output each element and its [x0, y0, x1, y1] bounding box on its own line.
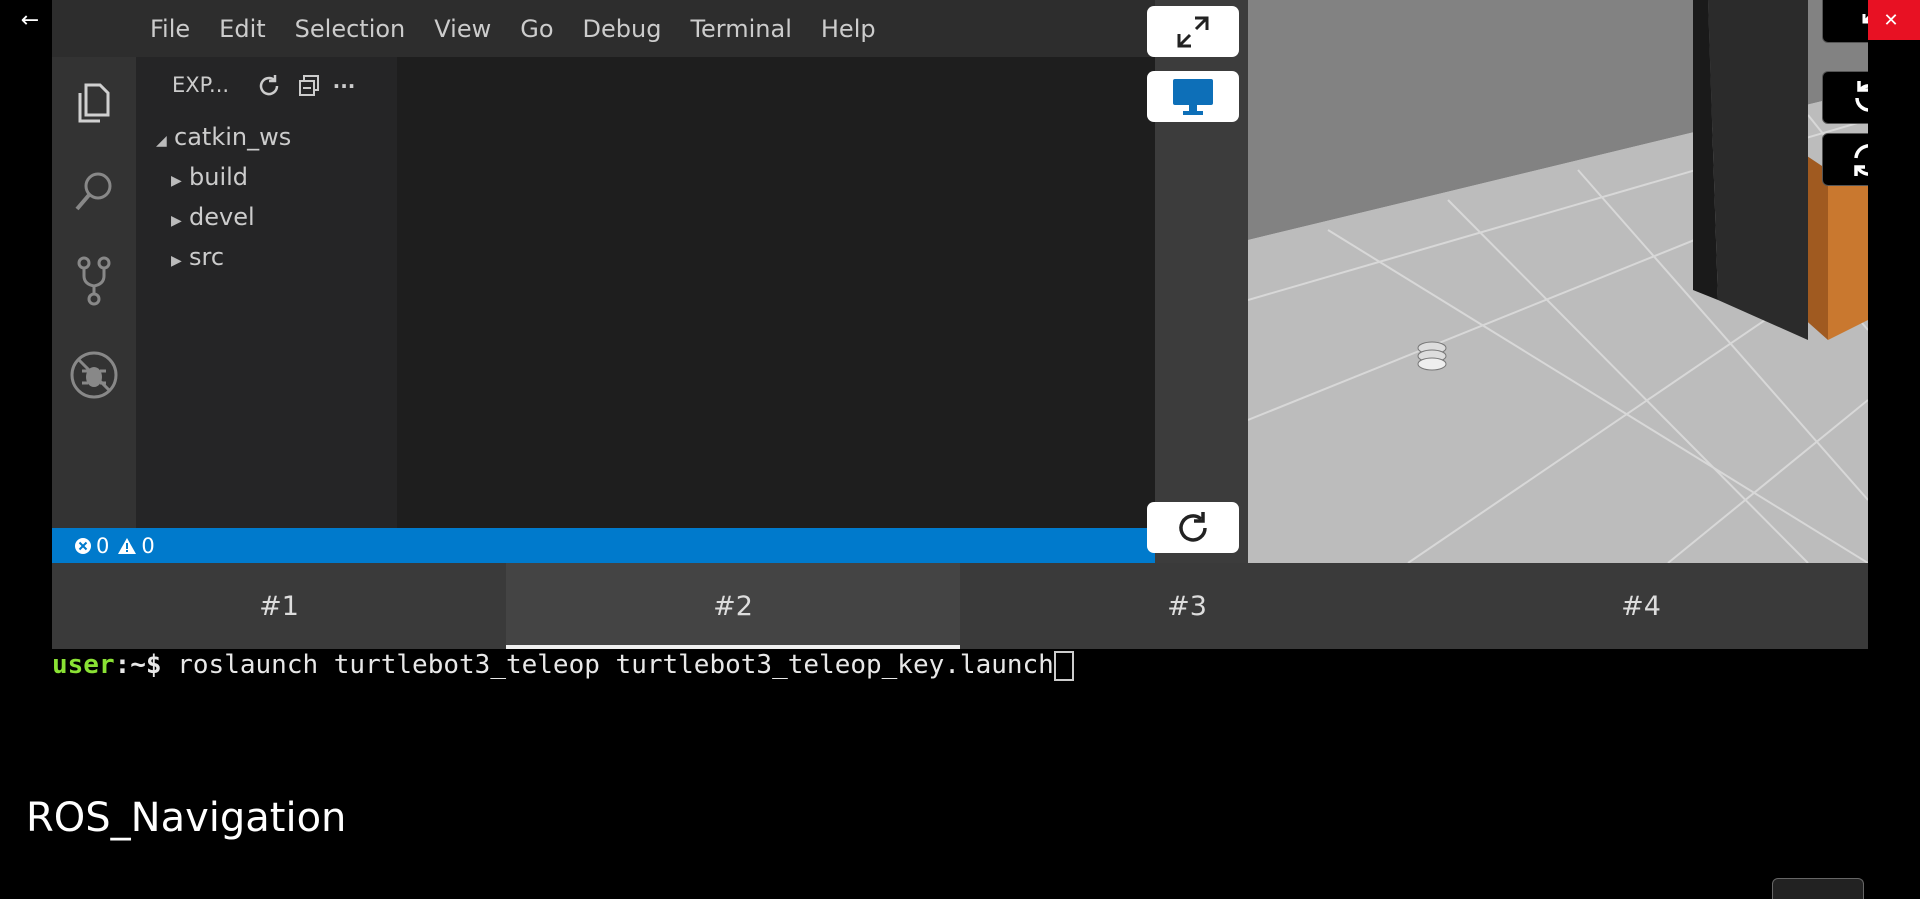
- menu-file[interactable]: File: [150, 15, 190, 43]
- video-title: ROS_Navigation: [26, 795, 347, 841]
- menu-debug[interactable]: Debug: [583, 15, 662, 43]
- menu-selection[interactable]: Selection: [295, 15, 406, 43]
- activity-bar: [52, 57, 136, 528]
- tab-4[interactable]: #4: [1414, 563, 1868, 649]
- tree-folder-src[interactable]: ▶ src: [171, 243, 224, 271]
- warning-icon: [118, 537, 137, 554]
- collapsed-arrow-icon: ▶: [171, 253, 182, 269]
- error-icon: [75, 537, 91, 554]
- collapse-all-icon[interactable]: [294, 71, 324, 101]
- menu-bar: File Edit Selection View Go Debug Termin…: [52, 0, 1155, 57]
- sim-collapse-button[interactable]: [1822, 0, 1868, 43]
- collapsed-arrow-icon: ▶: [171, 213, 182, 229]
- warning-count: 0: [141, 533, 155, 558]
- tree-folder-devel[interactable]: ▶ devel: [171, 203, 255, 231]
- corner-expand-button[interactable]: [1772, 878, 1864, 899]
- menu-edit[interactable]: Edit: [219, 15, 265, 43]
- menu-go[interactable]: Go: [520, 15, 553, 43]
- menu-view[interactable]: View: [434, 15, 491, 43]
- back-button[interactable]: ←: [8, 0, 52, 40]
- tab-label: #3: [1167, 590, 1207, 622]
- sim-scene: [1248, 0, 1868, 563]
- tab-label: #2: [713, 590, 753, 622]
- terminal-output[interactable]: user:~$ roslaunch turtlebot3_teleop turt…: [52, 650, 1868, 681]
- video-frame: File Edit Selection View Go Debug Termin…: [52, 0, 1868, 650]
- source-control-icon[interactable]: [66, 253, 122, 309]
- terminal-tabs: #1 #2 #3 #4: [52, 563, 1868, 649]
- turtlebot-model: [1417, 341, 1447, 371]
- tree-folder-label: src: [189, 243, 225, 271]
- reset-view-icon: [1855, 80, 1868, 112]
- tab-label: #4: [1621, 590, 1661, 622]
- expanded-arrow-icon: ◢: [156, 133, 167, 149]
- errors-indicator[interactable]: 0: [74, 534, 109, 558]
- tab-1[interactable]: #1: [52, 563, 506, 649]
- status-bar: 0 0: [52, 528, 1155, 563]
- tab-2[interactable]: #2: [506, 563, 960, 649]
- sim-reset-view-button[interactable]: [1822, 71, 1868, 124]
- tree-root[interactable]: ◢ catkin_ws: [156, 123, 291, 151]
- menu-help[interactable]: Help: [821, 15, 876, 43]
- terminal-cursor: [1053, 650, 1074, 681]
- expand-icon: [1177, 16, 1209, 47]
- reset-world-icon: [1854, 143, 1868, 176]
- error-count: 0: [96, 533, 110, 558]
- tree-folder-label: devel: [189, 203, 255, 231]
- tab-3[interactable]: #3: [960, 563, 1414, 649]
- tree-root-label: catkin_ws: [174, 123, 292, 151]
- prompt-suffix: :~$: [114, 650, 178, 680]
- reload-button[interactable]: [1147, 502, 1239, 553]
- close-icon: ✕: [1883, 9, 1899, 31]
- back-arrow-icon: ←: [20, 7, 40, 33]
- editor-area[interactable]: [397, 57, 1155, 528]
- explorer-icon[interactable]: [66, 75, 122, 131]
- desktop-button[interactable]: [1147, 71, 1239, 122]
- prompt-user: user: [52, 650, 115, 680]
- reload-icon: [1179, 511, 1207, 542]
- refresh-icon[interactable]: [254, 71, 284, 101]
- search-icon[interactable]: [66, 163, 122, 219]
- collapse-icon: [1862, 13, 1868, 23]
- terminal-command: roslaunch turtlebot3_teleop turtlebot3_t…: [177, 650, 1054, 680]
- tab-label: #1: [259, 590, 299, 622]
- tree-folder-build[interactable]: ▶ build: [171, 163, 248, 191]
- tree-folder-label: build: [189, 163, 249, 191]
- gazebo-viewport[interactable]: [1248, 0, 1868, 563]
- monitor-icon: [1173, 78, 1213, 115]
- sim-reset-world-button[interactable]: [1822, 133, 1868, 186]
- explorer-sidebar: EXP... ··· ◢ catkin_ws ▶ build ▶ devel ▶ src: [136, 57, 397, 528]
- more-icon[interactable]: ···: [329, 71, 359, 101]
- collapsed-arrow-icon: ▶: [171, 173, 182, 189]
- more-actions-label: ···: [332, 74, 356, 98]
- close-button[interactable]: ✕: [1862, 0, 1920, 40]
- fullscreen-button[interactable]: [1147, 6, 1239, 57]
- explorer-title: EXP...: [172, 73, 230, 97]
- warnings-indicator[interactable]: 0: [117, 533, 155, 558]
- vscode-window: File Edit Selection View Go Debug Termin…: [52, 0, 1155, 563]
- debug-icon[interactable]: [66, 347, 122, 403]
- menu-terminal[interactable]: Terminal: [690, 15, 791, 43]
